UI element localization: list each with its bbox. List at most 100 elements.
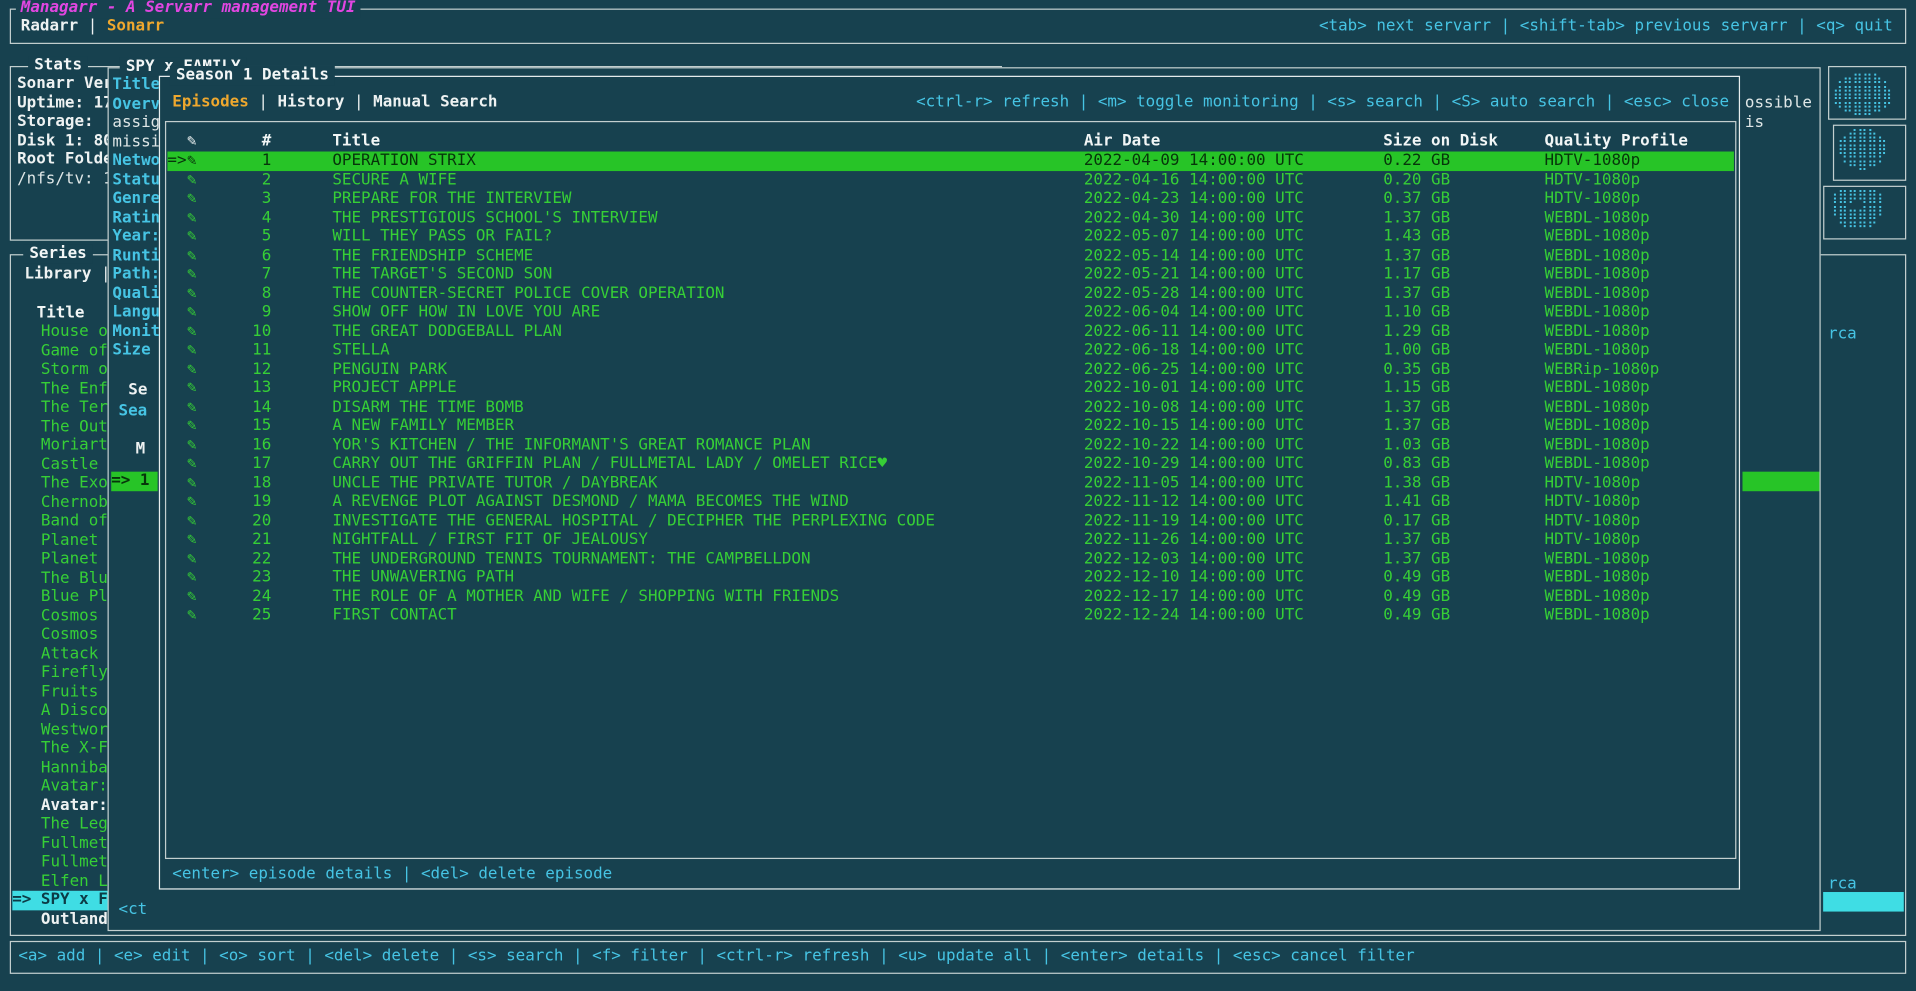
monitored-pencil-icon[interactable]: ✎ [187,417,215,436]
episode-row[interactable]: ✎3PREPARE FOR THE INTERVIEW2022-04-23 14… [167,189,1734,208]
series-item[interactable]: Attack [12,645,109,664]
series-item[interactable]: Westwor [12,720,109,739]
series-item[interactable]: The Leg [12,815,109,834]
episode-row[interactable]: ✎12PENGUIN PARK2022-06-25 14:00:00 UTC0.… [167,360,1734,379]
tab-sonarr[interactable]: Sonarr [107,17,164,35]
terminal-screen: Managarr - A Servarr management TUI Rada… [0,0,1916,991]
episode-row[interactable]: ✎20INVESTIGATE THE GENERAL HOSPITAL / DE… [167,511,1734,530]
series-item[interactable]: The X-F [12,739,109,758]
stats-line: /nfs/tv: 1 [17,169,115,188]
monitored-pencil-icon[interactable]: ✎ [187,398,215,417]
monitored-pencil-icon[interactable]: ✎ [187,492,215,511]
series-item[interactable]: Fullmet [12,853,109,872]
monitored-pencil-icon[interactable]: ✎ [187,436,215,455]
series-item[interactable]: The Blu [12,569,109,588]
detail-field-fragment: Genre [112,189,158,208]
tab-manual-search[interactable]: Manual Search [373,93,497,111]
selected-season-row-fragment[interactable]: => 1 [111,472,157,491]
episode-air-date: 2022-11-05 14:00:00 UTC [1084,474,1383,493]
detail-field-fragment: Size [112,341,158,360]
monitored-pencil-icon[interactable]: ✎ [187,568,215,587]
episode-row[interactable]: ✎18UNCLE THE PRIVATE TUTOR / DAYBREAK202… [167,474,1734,493]
episode-row[interactable]: ✎2SECURE A WIFE2022-04-16 14:00:00 UTC0.… [167,170,1734,189]
episode-quality: WEBDL-1080p [1545,246,1734,265]
series-item[interactable]: Fruits [12,682,109,701]
monitored-pencil-icon[interactable]: ✎ [187,530,215,549]
col-air-date: Air Date [1084,132,1383,151]
episode-row[interactable]: ✎25FIRST CONTACT2022-12-24 14:00:00 UTC0… [167,606,1734,625]
monitored-pencil-icon[interactable]: ✎ [187,170,215,189]
monitored-pencil-icon[interactable]: ✎ [187,511,215,530]
series-item[interactable]: Hanniba [12,758,109,777]
series-item[interactable]: Cosmos [12,626,109,645]
episode-size: 1.38 GB [1383,474,1544,493]
monitored-pencil-icon[interactable]: ✎ [187,587,215,606]
episode-row[interactable]: ✎23THE UNWAVERING PATH2022-12-10 14:00:0… [167,568,1734,587]
series-item[interactable]: The Exo [12,474,109,493]
monitored-pencil-icon[interactable]: ✎ [187,549,215,568]
series-item[interactable]: Elfen L [12,872,109,891]
series-item[interactable]: Moriart [12,436,109,455]
series-item[interactable]: The Out [12,417,109,436]
series-item[interactable]: => SPY x F [12,891,109,910]
series-item[interactable]: Castle [12,455,109,474]
series-item[interactable]: Blue Pl [12,588,109,607]
series-item[interactable]: Game of [12,342,109,361]
monitored-pencil-icon[interactable]: ✎ [187,284,215,303]
monitored-pencil-icon[interactable]: ✎ [187,189,215,208]
series-item[interactable]: A Disco [12,701,109,720]
episode-row[interactable]: ✎11STELLA2022-06-18 14:00:00 UTC1.00 GBW… [167,341,1734,360]
tab-radarr[interactable]: Radarr [21,17,78,35]
monitored-pencil-icon[interactable]: ✎ [187,246,215,265]
series-item[interactable]: Chernob [12,493,109,512]
episode-row[interactable]: ✎7THE TARGET'S SECOND SON2022-05-21 14:0… [167,265,1734,284]
series-item[interactable]: Fullmet [12,834,109,853]
episode-row[interactable]: ✎6THE FRIENDSHIP SCHEME2022-05-14 14:00:… [167,246,1734,265]
episode-row[interactable]: ✎5WILL THEY PASS OR FAIL?2022-05-07 14:0… [167,227,1734,246]
episode-row[interactable]: ✎19A REVENGE PLOT AGAINST DESMOND / MAMA… [167,492,1734,511]
episode-row[interactable]: =>✎1OPERATION STRIX2022-04-09 14:00:00 U… [167,152,1734,171]
monitored-pencil-icon[interactable]: ✎ [187,474,215,493]
episode-row[interactable]: ✎8THE COUNTER-SECRET POLICE COVER OPERAT… [167,284,1734,303]
series-item[interactable]: The Ter [12,398,109,417]
episode-quality: HDTV-1080p [1545,170,1734,189]
monitored-pencil-icon[interactable]: ✎ [187,265,215,284]
tab-library[interactable]: Library | [24,265,110,284]
monitored-pencil-icon[interactable]: ✎ [187,606,215,625]
series-item[interactable]: Planet [12,531,109,550]
episode-row[interactable]: ✎14DISARM THE TIME BOMB2022-10-08 14:00:… [167,398,1734,417]
tab-history[interactable]: History [278,93,345,111]
series-item[interactable]: House o [12,323,109,342]
tab-episodes[interactable]: Episodes [172,93,249,111]
series-item[interactable]: Storm o [12,360,109,379]
episode-row[interactable]: ✎13PROJECT APPLE2022-10-01 14:00:00 UTC1… [167,379,1734,398]
series-item[interactable]: Band of [12,512,109,531]
episode-row[interactable]: ✎22THE UNDERGROUND TENNIS TOURNAMENT: TH… [167,549,1734,568]
series-item[interactable]: Planet [12,550,109,569]
episode-row[interactable]: ✎10THE GREAT DODGEBALL PLAN2022-06-11 14… [167,322,1734,341]
episode-row[interactable]: ✎9SHOW OFF HOW IN LOVE YOU ARE2022-06-04… [167,303,1734,322]
monitored-pencil-icon[interactable]: ✎ [187,152,215,171]
series-item[interactable]: Cosmos [12,607,109,626]
monitored-pencil-icon[interactable]: ✎ [187,303,215,322]
episode-size: 0.35 GB [1383,360,1544,379]
monitored-pencil-icon[interactable]: ✎ [187,341,215,360]
episode-row[interactable]: ✎17CARRY OUT THE GRIFFIN PLAN / FULLMETA… [167,455,1734,474]
monitored-pencil-icon[interactable]: ✎ [187,208,215,227]
episode-row[interactable]: ✎15A NEW FAMILY MEMBER2022-10-15 14:00:0… [167,417,1734,436]
monitored-pencil-icon[interactable]: ✎ [187,379,215,398]
series-item[interactable]: Avatar: [12,777,109,796]
series-item[interactable]: Avatar: [12,796,109,815]
episode-row[interactable]: ✎16YOR'S KITCHEN / THE INFORMANT'S GREAT… [167,436,1734,455]
series-item[interactable]: Outland [12,910,109,929]
monitored-pencil-icon[interactable]: ✎ [187,360,215,379]
episode-row[interactable]: ✎24THE ROLE OF A MOTHER AND WIFE / SHOPP… [167,587,1734,606]
series-item[interactable]: Firefly [12,664,109,683]
selection-arrow [167,246,187,265]
episode-row[interactable]: ✎21NIGHTFALL / FIRST FIT OF JEALOUSY2022… [167,530,1734,549]
monitored-pencil-icon[interactable]: ✎ [187,227,215,246]
series-item[interactable]: The Enf [12,379,109,398]
episode-row[interactable]: ✎4THE PRESTIGIOUS SCHOOL'S INTERVIEW2022… [167,208,1734,227]
monitored-pencil-icon[interactable]: ✎ [187,455,215,474]
monitored-pencil-icon[interactable]: ✎ [187,322,215,341]
